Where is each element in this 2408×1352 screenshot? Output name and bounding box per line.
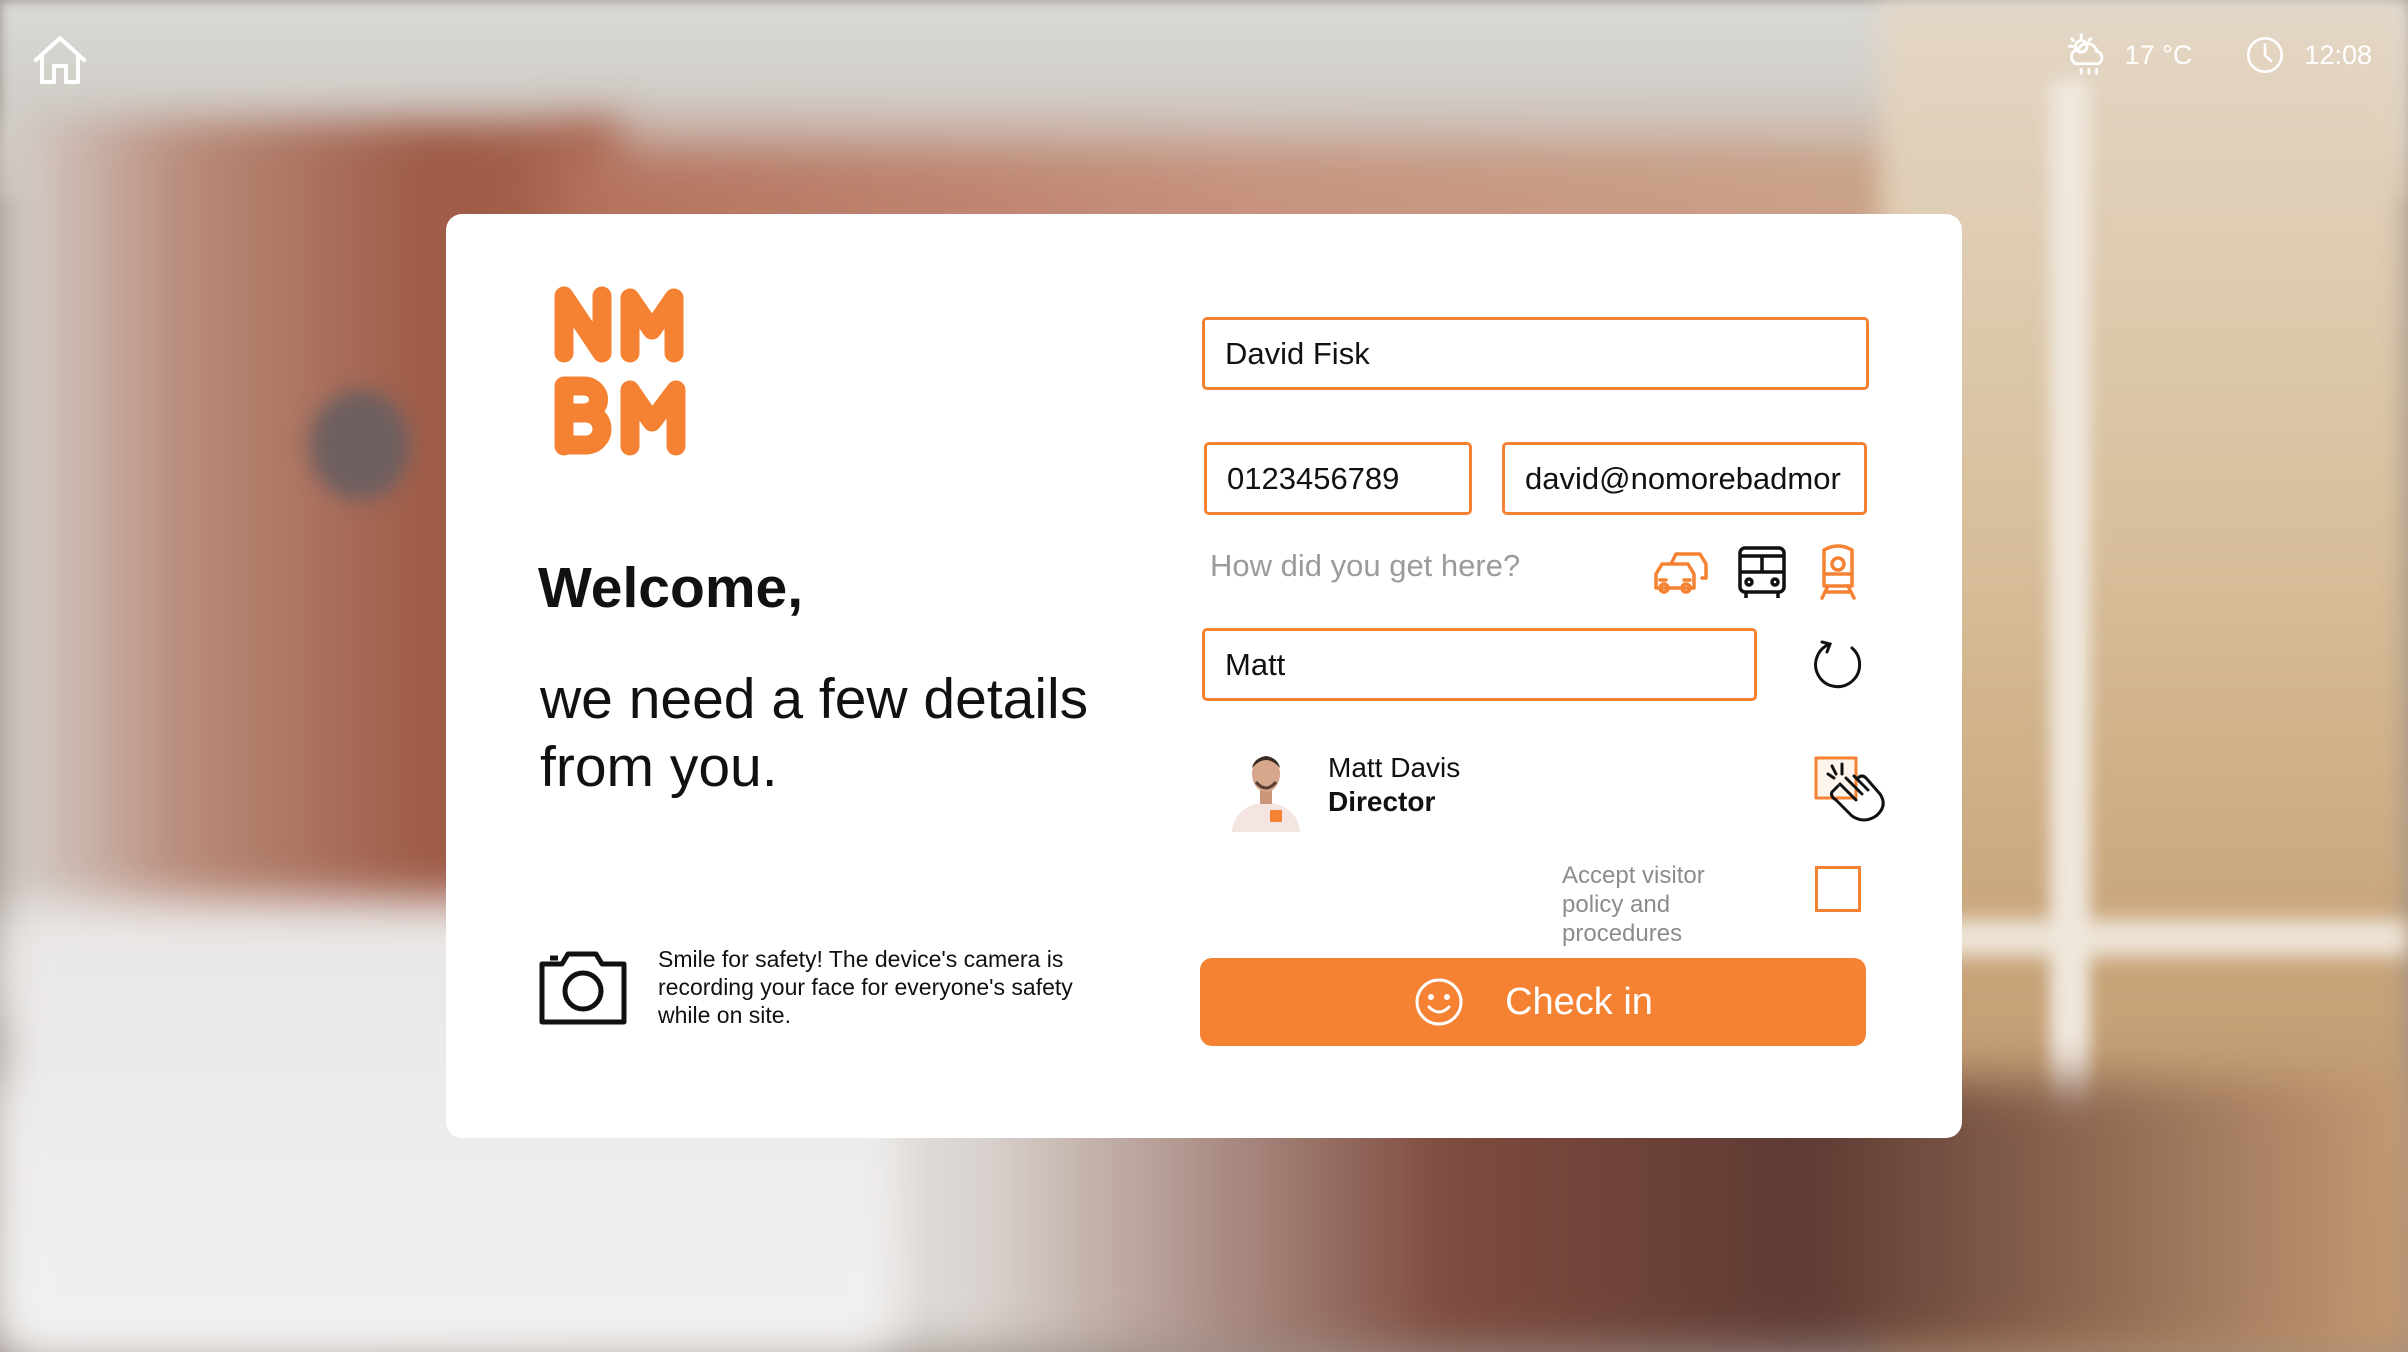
tap-hand-icon[interactable]: [1812, 754, 1898, 824]
welcome-subtitle: we need a few details from you.: [540, 667, 1089, 799]
host-name: Matt Davis: [1328, 752, 1461, 783]
clock-icon: [2240, 30, 2290, 80]
host-role: Director: [1328, 786, 1436, 817]
refresh-icon[interactable]: [1808, 636, 1866, 694]
status-bar: 17 °C 12:08: [2061, 30, 2372, 80]
welcome-title: Welcome,: [538, 556, 804, 620]
nmbm-logo: [552, 278, 702, 458]
transport-prompt: How did you get here?: [1210, 548, 1521, 583]
train-icon[interactable]: [1806, 540, 1870, 604]
phone-field[interactable]: 0123456789: [1204, 442, 1472, 515]
weather-cloud-sun-rain-icon: [2061, 30, 2111, 80]
email-field[interactable]: david@nomorebadmor: [1502, 442, 1867, 515]
camera-notice: Smile for safety! The device's camera is…: [658, 946, 1073, 1028]
policy-checkbox[interactable]: [1815, 866, 1861, 912]
smiley-icon: [1413, 976, 1465, 1028]
temperature: 17 °C: [2124, 39, 2193, 70]
bus-icon[interactable]: [1730, 540, 1794, 604]
home-icon[interactable]: [30, 30, 90, 90]
time: 12:08: [2304, 39, 2372, 70]
camera-icon: [538, 948, 628, 1026]
policy-label: Accept visitor policy and procedures: [1562, 862, 1705, 947]
host-search-field[interactable]: Matt: [1202, 628, 1757, 701]
name-field[interactable]: David Fisk: [1202, 317, 1869, 390]
avatar: [1226, 744, 1306, 832]
check-in-button[interactable]: Check in: [1200, 958, 1866, 1046]
check-in-label: Check in: [1505, 980, 1653, 1023]
car-icon[interactable]: [1650, 540, 1714, 604]
